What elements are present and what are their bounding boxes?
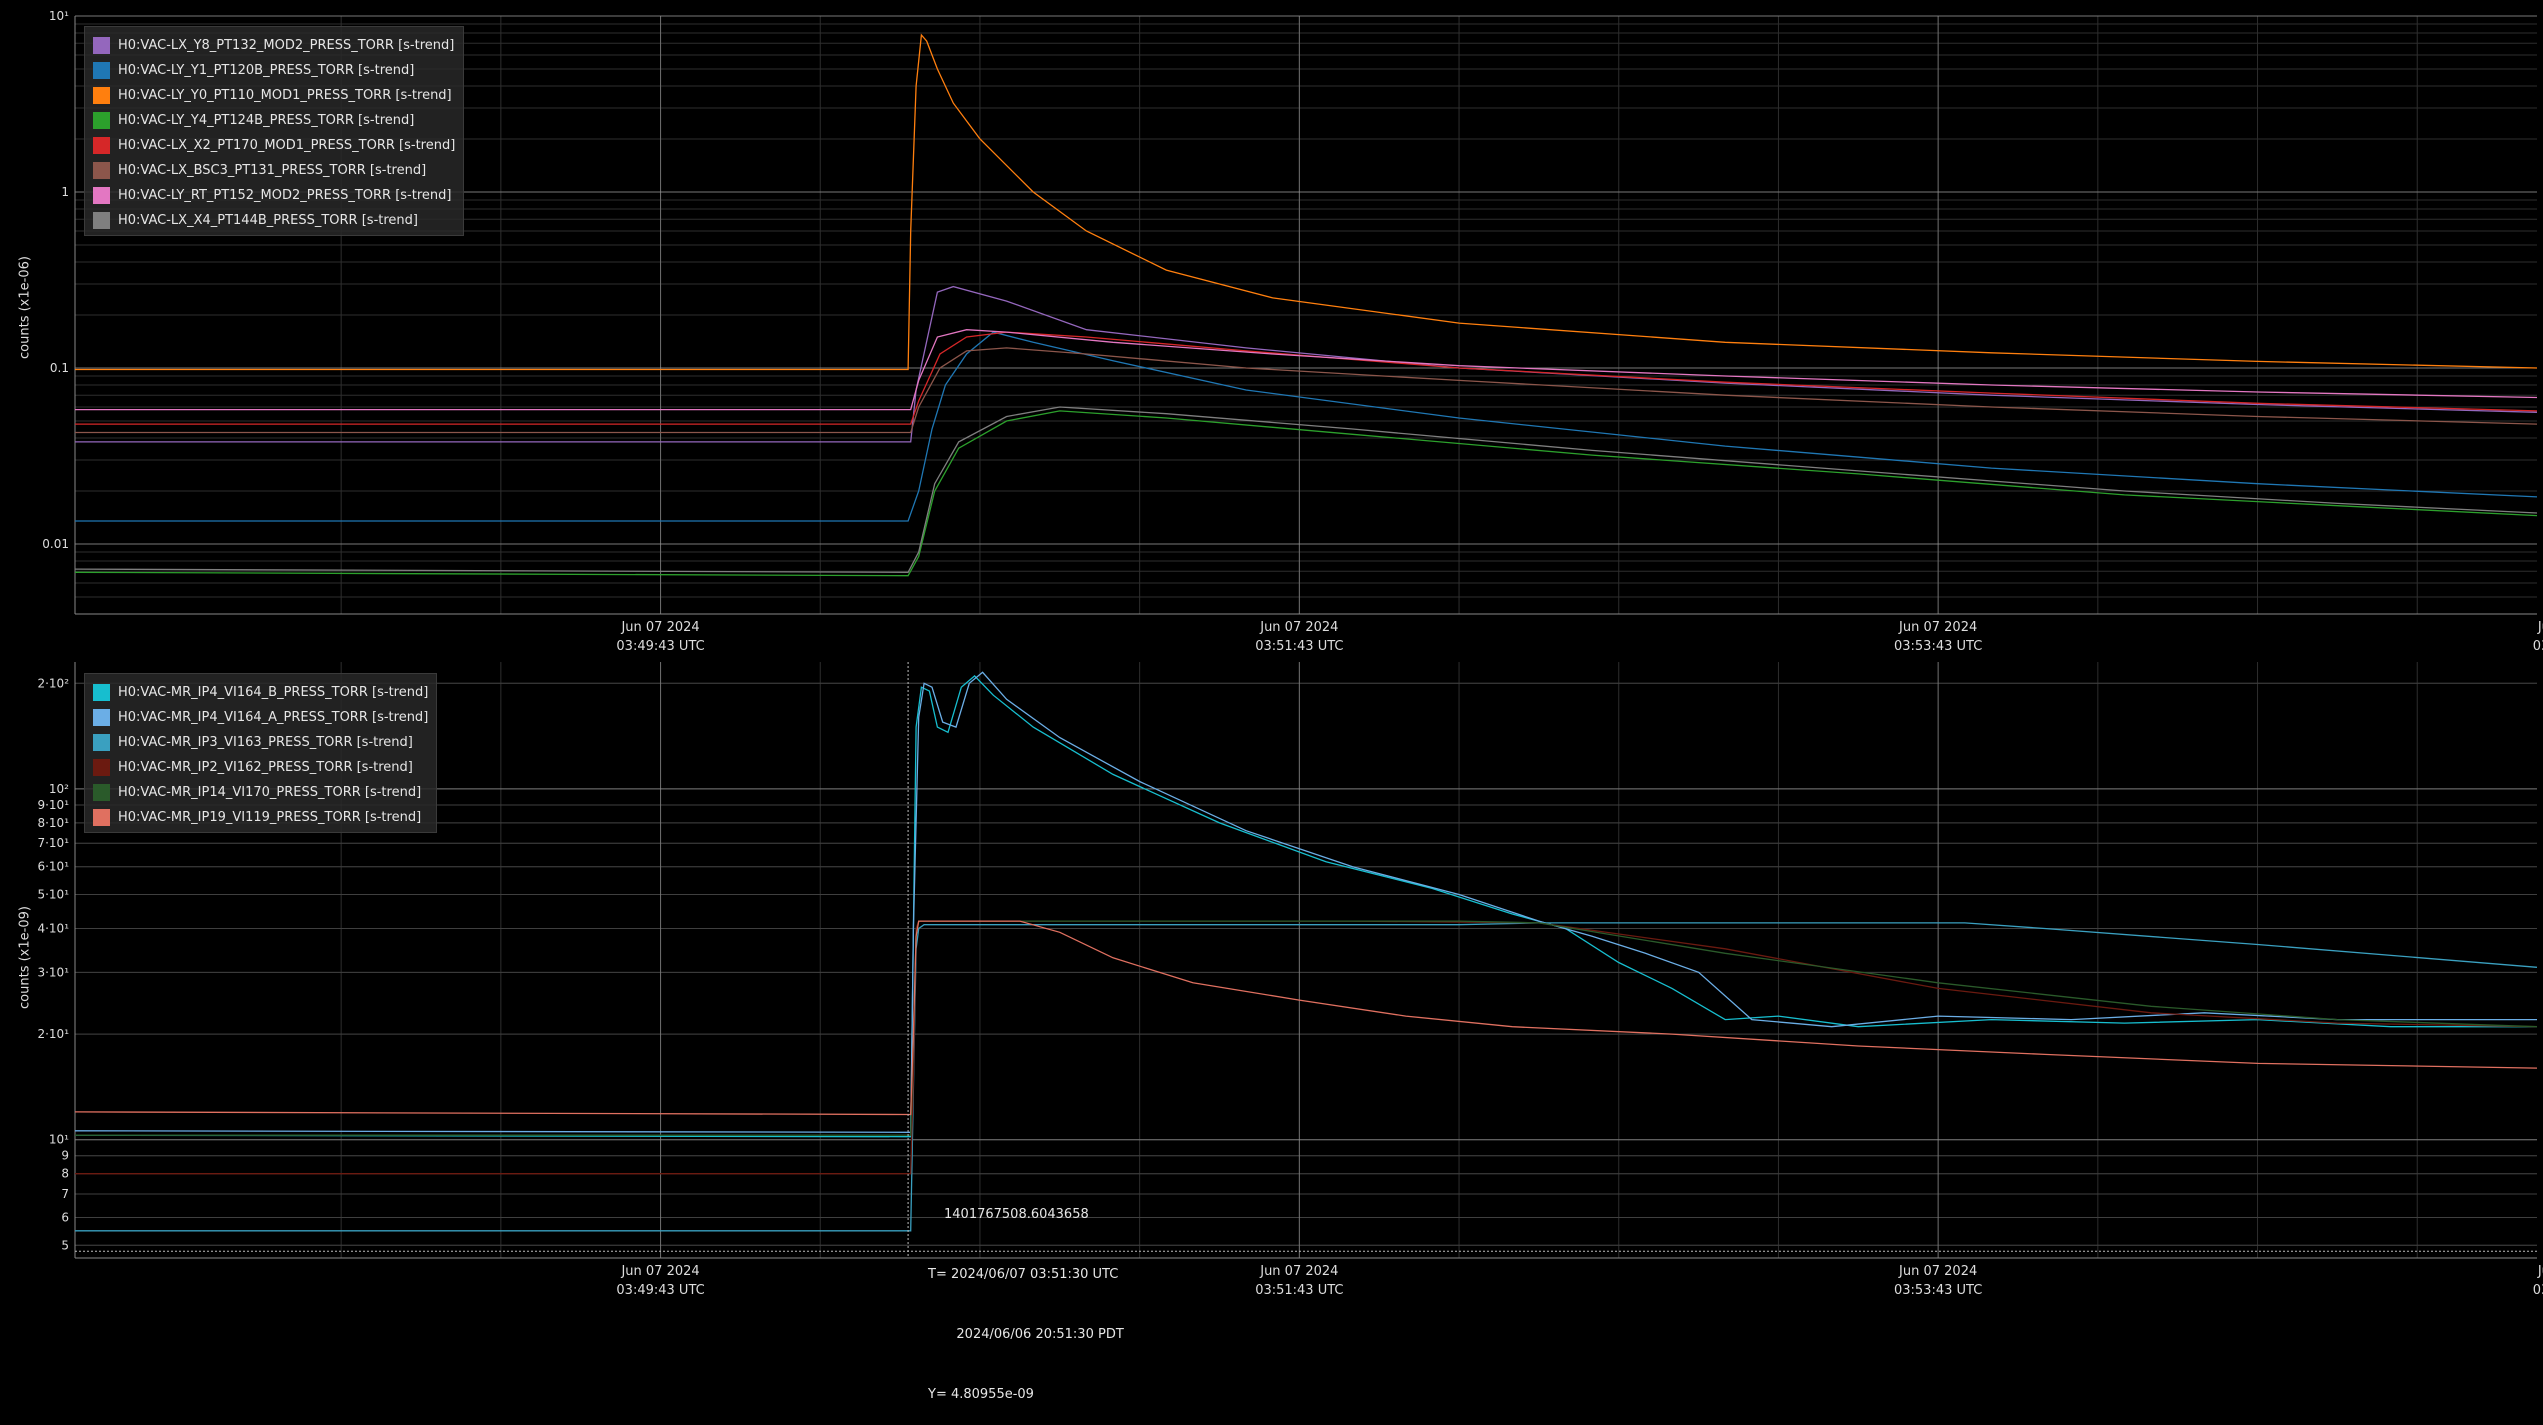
legend-item[interactable]: H0:VAC-LX_BSC3_PT131_PRESS_TORR [s-trend… [93, 158, 455, 183]
legend-swatch [93, 809, 110, 826]
x-tick-time: 03:53:43 UTC [1894, 639, 1982, 654]
legend-swatch [93, 62, 110, 79]
series-line-1 [74, 671, 2537, 1133]
legend-swatch [93, 162, 110, 179]
legend-label: H0:VAC-LY_RT_PT152_MOD2_PRESS_TORR [s-tr… [118, 188, 452, 203]
x-tick-time: 03:49:43 UTC [616, 639, 704, 654]
bottom-y-axis-label: counts (x1e-09) [17, 906, 33, 1009]
x-tick-date: Jun 07 2024 [620, 1264, 699, 1279]
cursor-readout: 1401767508.6043658 T= 2024/06/07 03:51:3… [928, 1165, 1124, 1425]
y-tick-label: 2·10² [37, 676, 69, 690]
legend-item[interactable]: H0:VAC-LY_Y0_PT110_MOD1_PRESS_TORR [s-tr… [93, 83, 455, 108]
y-tick-label: 6 [61, 1211, 69, 1225]
y-tick-label: 8·10¹ [37, 816, 69, 830]
y-tick-label: 5 [61, 1238, 69, 1252]
x-tick-time: 03:53:43 UTC [1894, 1283, 1982, 1298]
series-line-2 [75, 922, 2538, 1232]
legend-item[interactable]: H0:VAC-LX_Y8_PT132_MOD2_PRESS_TORR [s-tr… [93, 33, 455, 58]
x-tick-date: Jun 07 2024 [1259, 620, 1338, 635]
y-tick-label: 9 [61, 1149, 69, 1163]
legend-item[interactable]: H0:VAC-MR_IP3_VI163_PRESS_TORR [s-trend] [93, 730, 428, 755]
legend-item[interactable]: H0:VAC-MR_IP4_VI164_A_PRESS_TORR [s-tren… [93, 705, 428, 730]
series-line-5 [74, 920, 2538, 1116]
x-tick-date: Jun 07 2024 [620, 620, 699, 635]
y-tick-label: 0.1 [50, 361, 69, 375]
y-tick-label: 6·10¹ [37, 860, 69, 874]
x-tick-date: Jun 07 2024 [1898, 620, 1977, 635]
legend-item[interactable]: H0:VAC-MR_IP14_VI170_PRESS_TORR [s-trend… [93, 780, 428, 805]
x-tick-time: 03:49:43 UTC [616, 1283, 704, 1298]
x-tick-date: Jun 07 2024 [2537, 620, 2543, 635]
x-tick-date: Jun 07 2024 [1259, 1264, 1338, 1279]
legend-item[interactable]: H0:VAC-MR_IP2_VI162_PRESS_TORR [s-trend] [93, 755, 428, 780]
x-tick-date: Jun 07 2024 [1898, 1264, 1977, 1279]
legend-label: H0:VAC-MR_IP4_VI164_B_PRESS_TORR [s-tren… [118, 685, 429, 700]
legend-label: H0:VAC-MR_IP14_VI170_PRESS_TORR [s-trend… [118, 785, 422, 800]
y-tick-label: 0.01 [42, 537, 69, 551]
legend-swatch [93, 684, 110, 701]
legend-swatch [93, 37, 110, 54]
legend-label: H0:VAC-LX_X2_PT170_MOD1_PRESS_TORR [s-tr… [118, 138, 456, 153]
series-line-7 [74, 406, 2538, 573]
legend-item[interactable]: H0:VAC-MR_IP19_VI119_PRESS_TORR [s-trend… [93, 805, 428, 830]
legend-item[interactable]: H0:VAC-LY_Y4_PT124B_PRESS_TORR [s-trend] [93, 108, 455, 133]
y-tick-label: 2·10¹ [37, 1027, 69, 1041]
y-tick-label: 10² [49, 782, 69, 796]
legend-swatch [93, 709, 110, 726]
legend-label: H0:VAC-MR_IP4_VI164_A_PRESS_TORR [s-tren… [118, 710, 429, 725]
legend-item[interactable]: H0:VAC-LX_X4_PT144B_PRESS_TORR [s-trend] [93, 208, 455, 233]
y-tick-label: 7·10¹ [37, 836, 69, 850]
x-tick-time: 03:51:43 UTC [1255, 639, 1343, 654]
cursor-line-3: 2024/06/06 20:51:30 PDT [944, 1327, 1124, 1342]
legend-label: H0:VAC-LX_Y8_PT132_MOD2_PRESS_TORR [s-tr… [118, 38, 455, 53]
legend-swatch [93, 784, 110, 801]
y-tick-label: 7 [61, 1187, 69, 1201]
legend-item[interactable]: H0:VAC-LX_X2_PT170_MOD1_PRESS_TORR [s-tr… [93, 133, 455, 158]
y-tick-label: 3·10¹ [37, 965, 69, 979]
legend-swatch [93, 759, 110, 776]
y-tick-label: 9·10¹ [37, 798, 69, 812]
bottom-legend[interactable]: H0:VAC-MR_IP4_VI164_B_PRESS_TORR [s-tren… [84, 673, 438, 833]
x-tick-time: 03:55:43 UTC [2533, 639, 2543, 654]
legend-label: H0:VAC-LX_X4_PT144B_PRESS_TORR [s-trend] [118, 213, 418, 228]
legend-label: H0:VAC-LY_Y4_PT124B_PRESS_TORR [s-trend] [118, 113, 415, 128]
cursor-line-1: 1401767508.6043658 [944, 1207, 1089, 1222]
legend-swatch [93, 112, 110, 129]
legend-item[interactable]: H0:VAC-LY_RT_PT152_MOD2_PRESS_TORR [s-tr… [93, 183, 455, 208]
y-tick-label: 5·10¹ [37, 887, 69, 901]
cursor-line-2: T= 2024/06/07 03:51:30 UTC [928, 1267, 1119, 1282]
legend-label: H0:VAC-MR_IP2_VI162_PRESS_TORR [s-trend] [118, 760, 413, 775]
y-tick-label: 4·10¹ [37, 921, 69, 935]
legend-label: H0:VAC-LY_Y0_PT110_MOD1_PRESS_TORR [s-tr… [118, 88, 452, 103]
x-tick-time: 03:51:43 UTC [1255, 1283, 1343, 1298]
legend-label: H0:VAC-MR_IP19_VI119_PRESS_TORR [s-trend… [118, 810, 422, 825]
legend-label: H0:VAC-LX_BSC3_PT131_PRESS_TORR [s-trend… [118, 163, 427, 178]
y-tick-label: 10¹ [49, 1133, 69, 1147]
legend-swatch [93, 734, 110, 751]
series-line-1 [75, 331, 2538, 522]
legend-swatch [93, 137, 110, 154]
y-tick-label: 1 [61, 185, 69, 199]
legend-label: H0:VAC-LY_Y1_PT120B_PRESS_TORR [s-trend] [118, 63, 415, 78]
series-line-0 [74, 675, 2537, 1138]
series-line-4 [75, 920, 2538, 1136]
x-tick-date: Jun 07 2024 [2537, 1264, 2543, 1279]
legend-swatch [93, 87, 110, 104]
legend-swatch [93, 212, 110, 229]
cursor-line-4: Y= 4.80955e-09 [928, 1387, 1034, 1402]
y-tick-label: 10¹ [49, 9, 69, 23]
y-tick-label: 8 [61, 1167, 69, 1181]
legend-swatch [93, 187, 110, 204]
top-y-axis-label: counts (x1e-06) [17, 256, 33, 359]
legend-item[interactable]: H0:VAC-LY_Y1_PT120B_PRESS_TORR [s-trend] [93, 58, 455, 83]
series-line-0 [75, 285, 2538, 443]
x-tick-time: 03:55:43 UTC [2533, 1283, 2543, 1298]
top-legend[interactable]: H0:VAC-LX_Y8_PT132_MOD2_PRESS_TORR [s-tr… [84, 26, 465, 236]
legend-label: H0:VAC-MR_IP3_VI163_PRESS_TORR [s-trend] [118, 735, 413, 750]
legend-item[interactable]: H0:VAC-MR_IP4_VI164_B_PRESS_TORR [s-tren… [93, 680, 428, 705]
series-line-4 [75, 331, 2538, 425]
